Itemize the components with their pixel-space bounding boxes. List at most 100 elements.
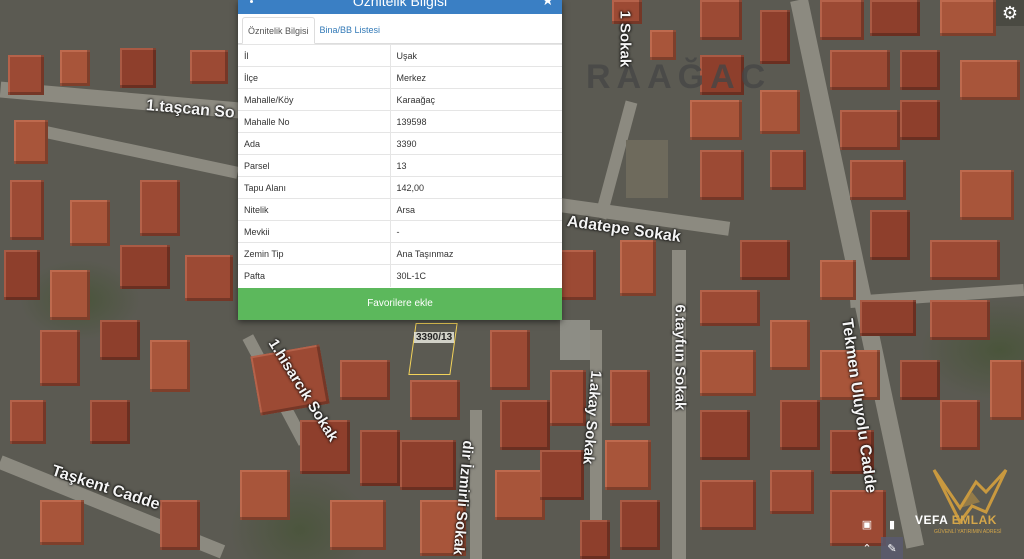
building: [620, 500, 660, 550]
building: [190, 50, 228, 84]
building: [900, 50, 940, 90]
tray-pen-icon[interactable]: ✎: [881, 537, 903, 559]
building: [740, 240, 790, 280]
building: [410, 380, 460, 420]
building: [400, 440, 456, 490]
building: [690, 100, 742, 140]
brand-name-first: VEFA: [915, 513, 952, 527]
building: [150, 340, 190, 392]
attribute-value: 30L-1C: [390, 264, 562, 287]
attribute-row: Parsel 13: [238, 154, 562, 177]
building: [930, 300, 990, 340]
attribute-key: Ada: [238, 132, 391, 155]
road: [31, 123, 239, 179]
building: [495, 470, 545, 520]
building: [610, 370, 650, 426]
building: [490, 330, 530, 390]
street-label-6-tayfun: 6.tayfun Sokak: [671, 304, 689, 411]
attribute-key: Parsel: [238, 154, 391, 177]
building: [140, 180, 180, 236]
attribute-row: Pafta 30L-1C: [238, 264, 562, 287]
building: [840, 110, 900, 150]
building: [580, 520, 610, 559]
building: [60, 50, 90, 86]
tray-expand-icon[interactable]: ⌃: [856, 537, 878, 559]
panel-tabs: Öznitelik Bilgisi Bina/BB Listesi: [238, 14, 562, 44]
gear-icon[interactable]: ⚙: [996, 0, 1024, 26]
building: [700, 0, 742, 40]
add-to-favorites-button[interactable]: Favorilere ekle: [238, 288, 562, 320]
attribute-value: Karaağaç: [390, 88, 562, 111]
building: [940, 400, 980, 450]
building: [960, 170, 1014, 220]
attribute-row: Mevkii -: [238, 220, 562, 243]
tab-attribute-info[interactable]: Öznitelik Bilgisi: [242, 17, 315, 44]
yard: [560, 320, 590, 360]
building: [120, 245, 170, 289]
attribute-row: İlçe Merkez: [238, 66, 562, 89]
selected-parcel-outline[interactable]: [408, 323, 458, 375]
attribute-key: Mahalle No: [238, 110, 391, 133]
building: [960, 60, 1020, 100]
brand-tagline: GÜVENLİ YATIRIMIN ADRESİ: [934, 529, 1002, 535]
vefa-emlak-logo: [932, 468, 1008, 525]
yard: [626, 140, 668, 198]
building: [40, 500, 84, 545]
building: [10, 400, 46, 444]
attribute-table: İl Uşak İlçe Merkez Mahalle/Köy Karaağaç Mahal…: [238, 44, 562, 287]
building: [770, 470, 814, 514]
building: [990, 360, 1024, 420]
attribute-value: Ana Taşınmaz: [390, 242, 562, 265]
building: [930, 240, 1000, 280]
attribute-key: Mahalle/Köy: [238, 88, 391, 111]
star-icon[interactable]: ★: [541, 0, 554, 7]
tab-building-list[interactable]: Bina/BB Listesi: [315, 17, 386, 44]
building: [700, 290, 760, 326]
attribute-value: 142,00: [390, 176, 562, 199]
building: [780, 400, 820, 450]
building: [650, 30, 676, 60]
attribute-row: Zemin Tip Ana Taşınmaz: [238, 242, 562, 265]
attribute-key: Nitelik: [238, 198, 391, 221]
building: [700, 410, 750, 460]
attribute-value: Uşak: [390, 44, 562, 67]
attribute-row: Ada 3390: [238, 132, 562, 155]
building: [360, 430, 400, 486]
building: [820, 0, 864, 40]
tray-usb-icon[interactable]: ▮: [881, 513, 903, 535]
attribute-key: İlçe: [238, 66, 391, 89]
building: [8, 55, 44, 95]
building: [4, 250, 40, 300]
building: [560, 250, 596, 300]
building: [820, 260, 856, 300]
building: [700, 150, 744, 200]
tray-app-icon[interactable]: ▣: [856, 513, 878, 535]
building: [770, 320, 810, 370]
attribute-key: Mevkii: [238, 220, 391, 243]
attribute-row: Mahalle/Köy Karaağaç: [238, 88, 562, 111]
neighborhood-label: RAAĞAC: [586, 58, 772, 96]
attribute-row: Tapu Alanı 142,00: [238, 176, 562, 199]
building: [120, 48, 156, 88]
building: [605, 440, 651, 490]
building: [14, 120, 48, 164]
attribute-panel: Öznitelik Bilgisi ★ Öznitelik Bilgisi Bi…: [238, 0, 562, 320]
attribute-value: -: [390, 220, 562, 243]
attribute-value: Arsa: [390, 198, 562, 221]
attribute-value: 3390: [390, 132, 562, 155]
building: [760, 10, 790, 64]
street-label-top: 1 Sokak: [616, 10, 634, 68]
building: [870, 210, 910, 260]
attribute-key: İl: [238, 44, 391, 67]
building: [900, 360, 940, 400]
brand-name: VEFA EMLAK: [915, 513, 997, 527]
building: [330, 500, 386, 550]
building: [620, 240, 656, 296]
attribute-key: Pafta: [238, 264, 391, 287]
building: [185, 255, 233, 301]
panel-title: Öznitelik Bilgisi: [352, 0, 448, 9]
attribute-key: Tapu Alanı: [238, 176, 391, 199]
building: [340, 360, 390, 400]
building: [40, 330, 80, 386]
attribute-key: Zemin Tip: [238, 242, 391, 265]
